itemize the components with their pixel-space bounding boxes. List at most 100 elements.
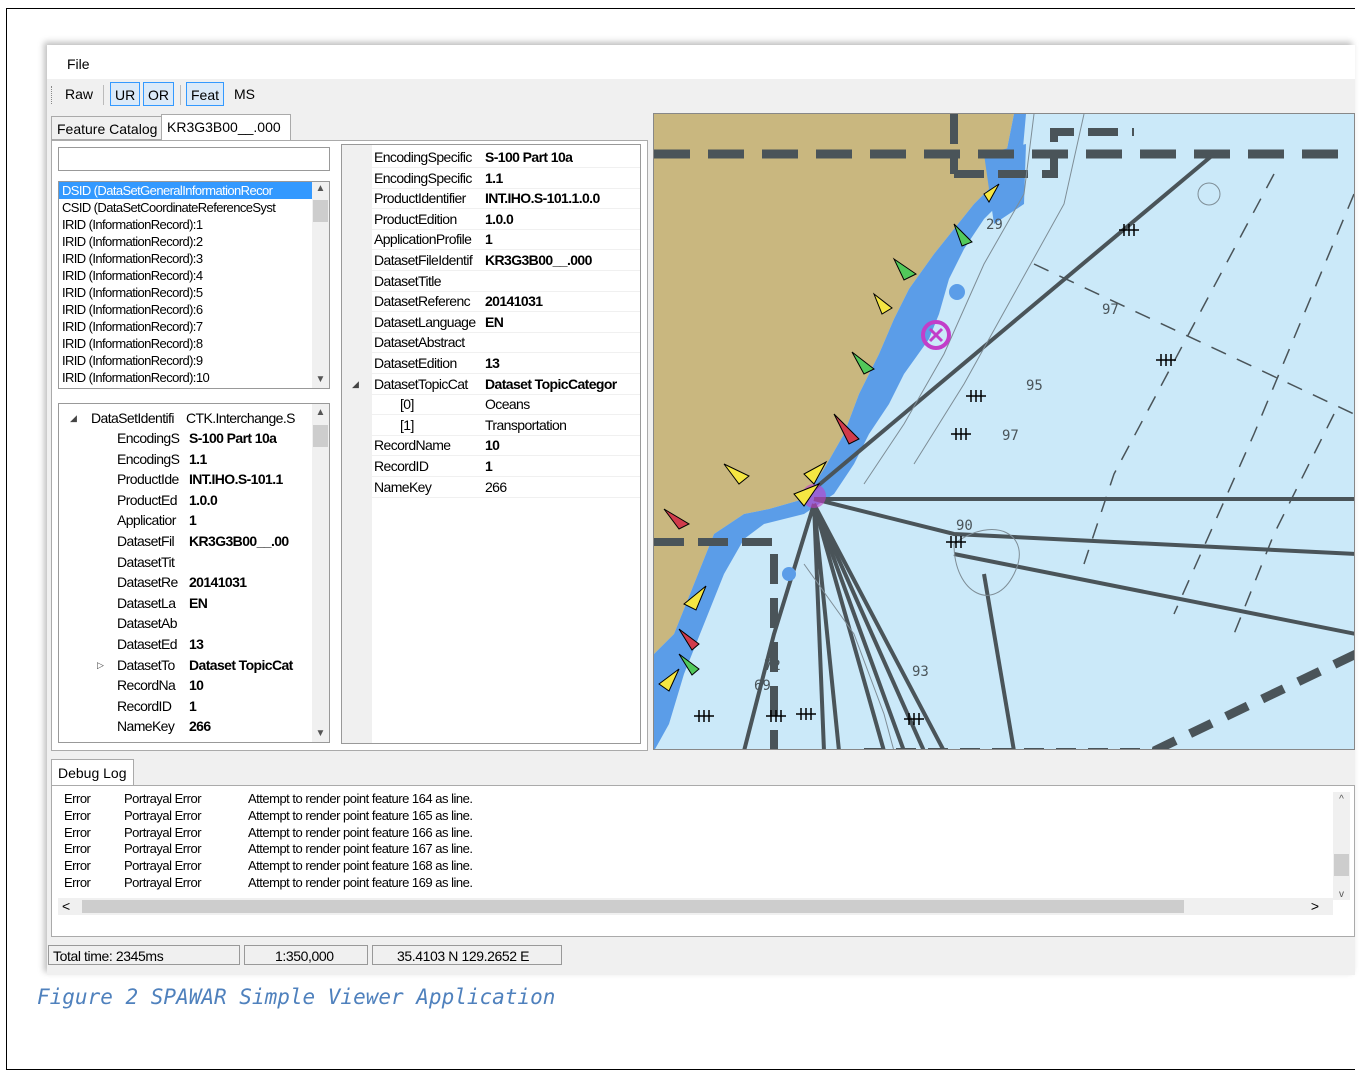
- property-value: 266: [485, 478, 507, 495]
- collapsed-triangle-icon[interactable]: ▷: [97, 655, 104, 675]
- property-value: INT.IHO.S-101.1.0.0: [485, 190, 600, 207]
- menu-bar: File: [47, 45, 1355, 79]
- tree-row[interactable]: RecordID 1: [59, 696, 314, 716]
- expanded-triangle-icon[interactable]: ◢: [352, 374, 359, 394]
- tree-row[interactable]: ProductEd 1.0.0: [59, 490, 314, 510]
- list-item[interactable]: IRID (InformationRecord):8: [59, 335, 329, 352]
- scroll-thumb[interactable]: [313, 200, 328, 222]
- tree-row[interactable]: DatasetLa EN: [59, 593, 314, 613]
- feat-button[interactable]: Feat: [186, 82, 225, 106]
- debug-log-list[interactable]: Error Portrayal Error Attempt to render po…: [51, 785, 1355, 937]
- list-item[interactable]: IRID (InformationRecord):1: [59, 216, 329, 233]
- tree-row[interactable]: EncodingS 1.1: [59, 449, 314, 469]
- property-row[interactable]: [0] Oceans: [342, 394, 640, 416]
- list-item[interactable]: IRID (InformationRecord):10: [59, 369, 329, 386]
- list-item[interactable]: IRID (InformationRecord):6: [59, 301, 329, 318]
- tree-row[interactable]: ProductIde INT.IHO.S-101.1: [59, 469, 314, 489]
- tree-value: EN: [189, 594, 208, 611]
- tree-key: DatasetAb: [117, 615, 178, 632]
- property-row[interactable]: ◢ DatasetTopicCat Dataset TopicCategor: [342, 374, 640, 395]
- list-item[interactable]: IRID (InformationRecord):5: [59, 284, 329, 301]
- tree-row[interactable]: DatasetRe 20141031: [59, 572, 314, 592]
- list-item[interactable]: CSID (DataSetCoordinateReferenceSyst: [59, 199, 329, 216]
- tree-key: ProductEd: [117, 491, 178, 508]
- record-tree[interactable]: ◢ DataSetIdentifi CTK.Interchange.S Enco…: [58, 403, 330, 743]
- ms-button[interactable]: MS: [230, 82, 259, 106]
- property-row[interactable]: DatasetFileIdentif KR3G3B00__.000: [342, 250, 640, 271]
- list-item[interactable]: IRID (InformationRecord):4: [59, 267, 329, 284]
- search-input[interactable]: [58, 147, 330, 171]
- expanded-triangle-icon[interactable]: ◢: [70, 408, 77, 428]
- property-grid[interactable]: EncodingSpecific S-100 Part 10a EncodingSp…: [341, 144, 641, 744]
- tab-dataset[interactable]: KR3G3B00__.000: [161, 114, 291, 140]
- menu-file[interactable]: File: [67, 56, 90, 72]
- log-scrollbar[interactable]: ^ v: [1333, 792, 1350, 900]
- property-row[interactable]: NameKey 266: [342, 477, 640, 498]
- property-row[interactable]: ApplicationProfile 1: [342, 229, 640, 251]
- tab-debug-log[interactable]: Debug Log: [51, 759, 134, 786]
- tree-value: 1.0.0: [189, 491, 218, 508]
- property-row[interactable]: ProductIdentifier INT.IHO.S-101.1.0.0: [342, 188, 640, 210]
- scroll-thumb[interactable]: [1334, 854, 1349, 876]
- tree-row[interactable]: DatasetEd 13: [59, 634, 314, 654]
- tree-value: 266: [189, 718, 211, 735]
- list-item[interactable]: IRID (InformationRecord):7: [59, 318, 329, 335]
- list-item[interactable]: IRID (InformationRecord):2: [59, 233, 329, 250]
- scroll-up-icon[interactable]: ▲: [312, 183, 329, 194]
- scroll-left-icon[interactable]: <: [62, 898, 70, 914]
- dataset-panel: DSID (DataSetGeneralInformationRecor CSID…: [51, 140, 648, 751]
- property-value: S-100 Part 10a: [485, 149, 573, 165]
- scroll-thumb[interactable]: [82, 900, 1184, 913]
- tree-root-key: DataSetIdentifi: [91, 410, 174, 426]
- property-value: 20141031: [485, 293, 543, 310]
- property-row[interactable]: DatasetReferenc 20141031: [342, 291, 640, 313]
- tree-root-value: CTK.Interchange.S: [186, 410, 295, 426]
- scroll-down-icon[interactable]: ▼: [312, 374, 329, 385]
- tree-root-row[interactable]: ◢ DataSetIdentifi CTK.Interchange.S: [59, 408, 314, 428]
- list-item[interactable]: IRID (InformationRecord):3: [59, 250, 329, 267]
- property-row[interactable]: [1] Transportation: [342, 415, 640, 436]
- log-source: Portrayal Error: [124, 807, 202, 823]
- tree-row[interactable]: RecordNa 10: [59, 675, 314, 695]
- property-row[interactable]: DatasetLanguage EN: [342, 312, 640, 333]
- scroll-up-icon[interactable]: ▲: [312, 407, 329, 418]
- raw-button[interactable]: Raw: [61, 82, 97, 106]
- tree-value: INT.IHO.S-101.1: [189, 471, 283, 488]
- log-level: Error: [64, 807, 91, 823]
- log-horizontal-scrollbar[interactable]: < >: [58, 898, 1333, 915]
- tree-value: 20141031: [189, 574, 247, 591]
- tree-row[interactable]: EncodingS S-100 Part 10a: [59, 428, 314, 448]
- tree-value: 1: [189, 697, 197, 714]
- property-row[interactable]: RecordName 10: [342, 435, 640, 457]
- ur-button[interactable]: UR: [110, 82, 141, 106]
- sounding: 72: [764, 658, 781, 674]
- tree-row[interactable]: DatasetAb: [59, 613, 314, 633]
- list-item[interactable]: IRID (InformationRecord):9: [59, 352, 329, 369]
- record-list[interactable]: DSID (DataSetGeneralInformationRecor CSID…: [58, 181, 330, 389]
- tree-row[interactable]: Applicatior 1: [59, 510, 314, 530]
- tree-row[interactable]: NameKey 266: [59, 716, 314, 736]
- record-list-scrollbar[interactable]: ▲ ▼: [312, 182, 329, 388]
- tree-value: KR3G3B00__.00: [189, 533, 289, 549]
- list-item[interactable]: DSID (DataSetGeneralInformationRecor: [59, 182, 329, 199]
- scroll-right-icon[interactable]: >: [1311, 898, 1319, 914]
- or-button[interactable]: OR: [143, 82, 174, 106]
- scroll-up-icon[interactable]: ^: [1333, 794, 1350, 805]
- property-row[interactable]: RecordID 1: [342, 456, 640, 477]
- tab-feature-catalog[interactable]: Feature Catalog: [51, 116, 164, 140]
- tree-row[interactable]: ▷ DatasetTo Dataset TopicCat: [59, 655, 314, 675]
- property-row[interactable]: EncodingSpecific S-100 Part 10a: [342, 147, 640, 168]
- property-row[interactable]: DatasetEdition 13: [342, 353, 640, 374]
- property-row[interactable]: EncodingSpecific 1.1: [342, 168, 640, 189]
- tree-scrollbar[interactable]: ▲ ▼: [312, 404, 329, 742]
- property-row[interactable]: DatasetAbstract: [342, 332, 640, 354]
- chart-map-view[interactable]: 97 95 97 90 72 69 93 29: [653, 113, 1355, 750]
- tree-row[interactable]: DatasetTit: [59, 552, 314, 572]
- scroll-thumb[interactable]: [313, 425, 328, 447]
- property-row[interactable]: ProductEdition 1.0.0: [342, 209, 640, 230]
- scroll-down-icon[interactable]: ▼: [312, 728, 329, 739]
- scroll-down-icon[interactable]: v: [1333, 889, 1350, 900]
- toolbar-grip[interactable]: [51, 86, 55, 104]
- tree-row[interactable]: DatasetFil KR3G3B00__.00: [59, 531, 314, 551]
- property-row[interactable]: DatasetTitle: [342, 271, 640, 292]
